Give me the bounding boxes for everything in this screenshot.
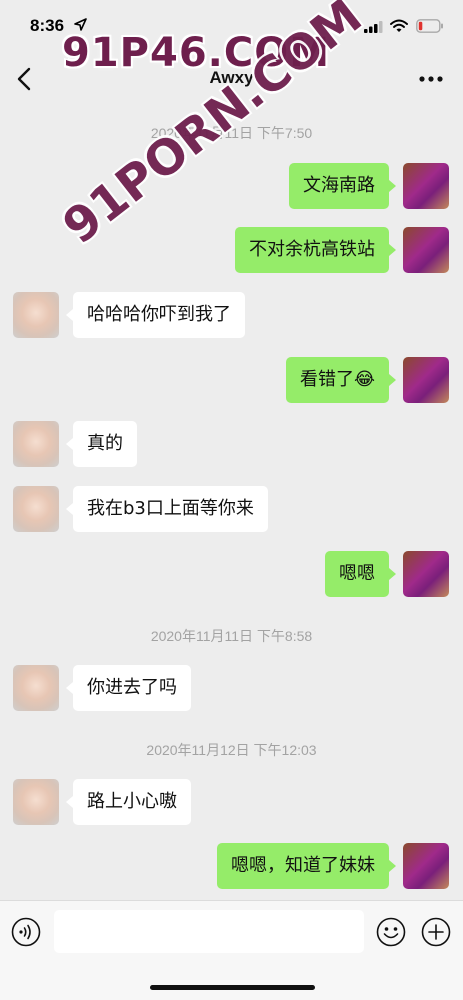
message-bubble[interactable]: 不对余杭高铁站 bbox=[235, 227, 389, 273]
battery-low-icon bbox=[416, 19, 443, 33]
home-indicator bbox=[150, 985, 315, 990]
contact-avatar[interactable] bbox=[13, 292, 59, 338]
bubble-tail bbox=[389, 374, 396, 386]
message-bubble[interactable]: 真的 bbox=[73, 421, 137, 467]
contact-avatar[interactable] bbox=[13, 779, 59, 825]
message-bubble[interactable]: 哈哈哈你吓到我了 bbox=[73, 292, 245, 338]
message-bubble[interactable]: 你进去了吗 bbox=[73, 665, 191, 711]
status-time: 8:36 bbox=[30, 16, 65, 35]
contact-avatar[interactable] bbox=[13, 486, 59, 532]
timestamp: 2020年11月11日 下午7:50 bbox=[150, 125, 313, 141]
timestamp: 2020年11月12日 下午12:03 bbox=[146, 742, 317, 758]
message-bubble[interactable]: 我在b3口上面等你来 bbox=[73, 486, 268, 532]
wifi-icon bbox=[390, 19, 408, 32]
contact-avatar[interactable] bbox=[13, 421, 59, 467]
my-avatar[interactable] bbox=[403, 227, 449, 273]
location-arrow-icon bbox=[74, 18, 87, 31]
message-input[interactable] bbox=[54, 910, 364, 953]
my-avatar[interactable] bbox=[403, 357, 449, 403]
message-bubble[interactable]: 嗯嗯 bbox=[325, 551, 389, 597]
message-bubble[interactable]: 文海南路 bbox=[289, 163, 389, 209]
bubble-tail bbox=[389, 180, 396, 192]
cellular-signal-icon bbox=[364, 21, 383, 33]
voice-icon[interactable] bbox=[11, 917, 41, 947]
bubble-tail bbox=[66, 438, 73, 450]
message-bubble[interactable]: 路上小心嗷 bbox=[73, 779, 191, 825]
nav-bar: Awxy bbox=[0, 52, 463, 106]
timestamp: 2020年11月11日 下午8:58 bbox=[150, 628, 313, 644]
bubble-tail bbox=[389, 568, 396, 580]
bubble-tail bbox=[66, 682, 73, 694]
emoji-icon[interactable] bbox=[376, 917, 406, 947]
bubble-tail bbox=[66, 309, 73, 321]
bubble-tail bbox=[389, 244, 396, 256]
my-avatar[interactable] bbox=[403, 843, 449, 889]
my-avatar[interactable] bbox=[403, 163, 449, 209]
message-bubble[interactable]: 嗯嗯，知道了妹妹 bbox=[217, 843, 389, 889]
status-bar: 8:36 bbox=[0, 0, 463, 52]
bubble-tail bbox=[389, 860, 396, 872]
plus-icon[interactable] bbox=[421, 917, 451, 947]
message-bubble[interactable]: 看错了😂 bbox=[285, 357, 389, 403]
bubble-tail bbox=[66, 796, 73, 808]
contact-avatar[interactable] bbox=[13, 665, 59, 711]
more-dots-icon[interactable] bbox=[418, 70, 444, 88]
my-avatar[interactable] bbox=[403, 551, 449, 597]
chat-title: Awxy bbox=[209, 68, 254, 87]
bubble-tail bbox=[66, 503, 73, 515]
